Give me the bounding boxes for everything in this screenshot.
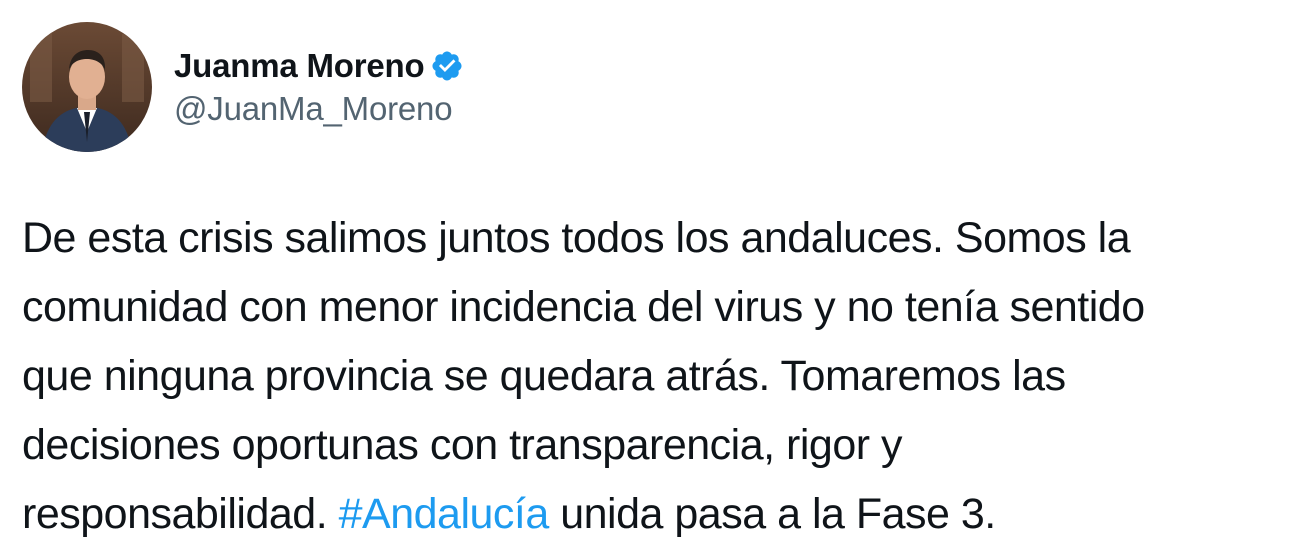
tweet-text-line: comunidad con menor incidencia del virus… [22,283,1145,331]
tweet-text-line: decisiones oportunas con transparencia, … [22,421,903,469]
tweet-text: De esta crisis salimos juntos todos los … [22,204,1294,549]
author-name-row: Juanma Moreno [174,44,464,88]
avatar-image [22,22,152,152]
tweet-text-line: responsabilidad. #Andalucía unida pasa a… [22,480,1294,549]
tweet-text-segment: responsabilidad. [22,490,339,538]
tweet-text-line: De esta crisis salimos juntos todos los … [22,214,1131,262]
hashtag-link[interactable]: #Andalucía [339,490,550,538]
author-handle[interactable]: @JuanMa_Moreno [174,90,453,128]
avatar[interactable] [22,22,152,152]
tweet-text-segment: unida pasa a la Fase 3. [548,490,996,538]
verified-badge-icon [430,49,464,83]
author-display-name[interactable]: Juanma Moreno [174,47,425,85]
tweet-text-line: que ninguna provincia se quedara atrás. … [22,352,1066,400]
tweet-card: Juanma Moreno @JuanMa_Moreno De esta cri… [0,0,1296,553]
